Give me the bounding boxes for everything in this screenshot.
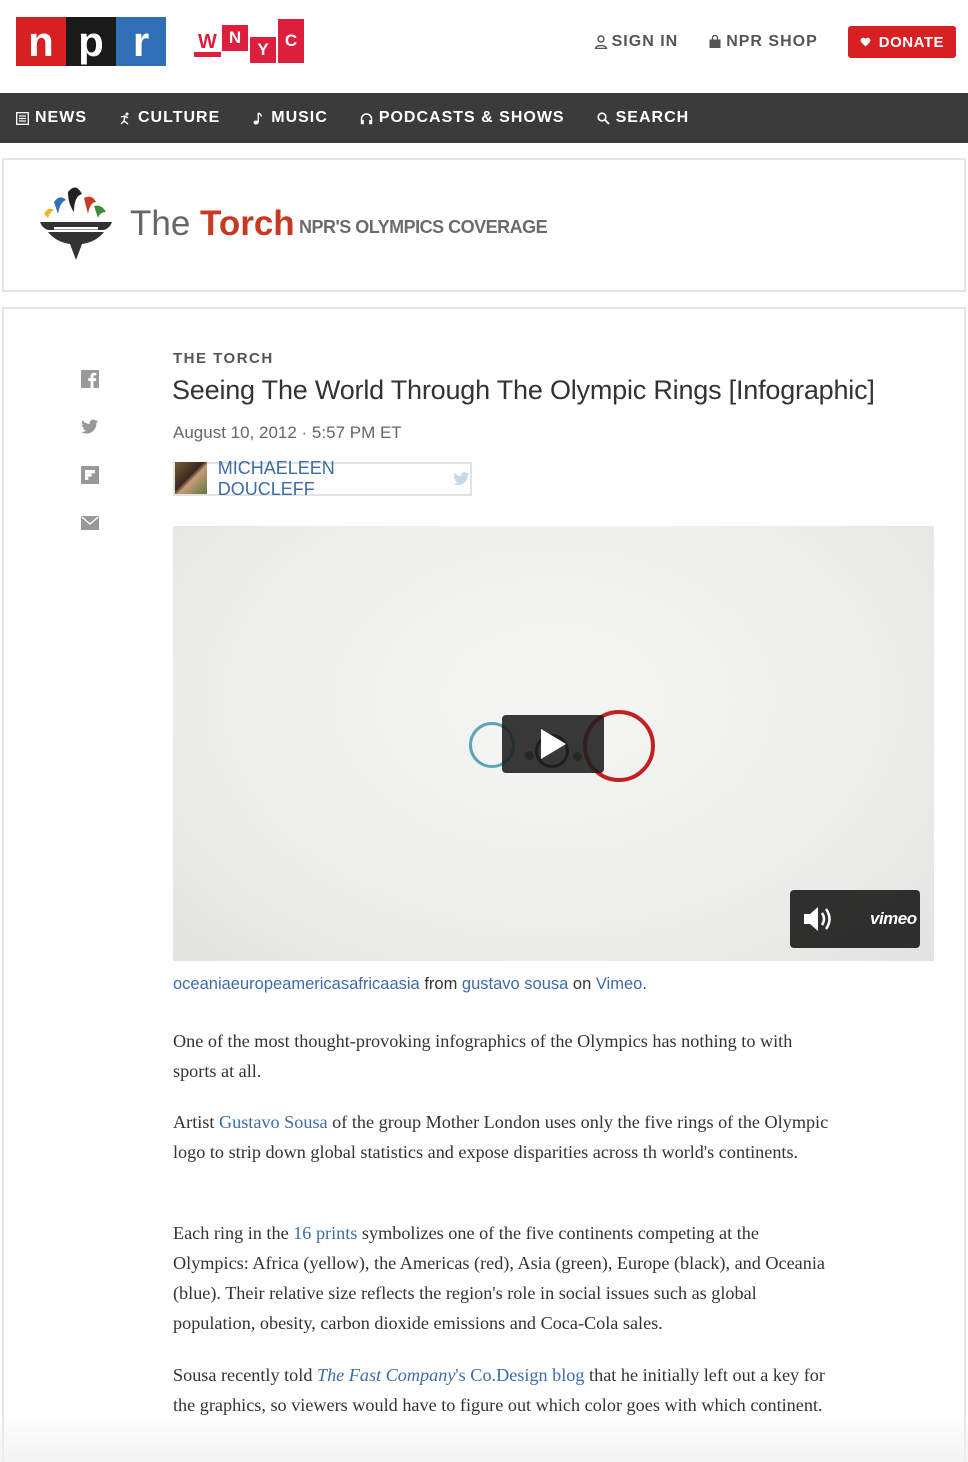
culture-icon (120, 112, 129, 125)
header-utility-links: SIGN IN NPR SHOP DONATE (594, 26, 956, 58)
torch-icon (40, 187, 112, 260)
caption-text: . (642, 975, 647, 993)
torch-title: The Torch (130, 204, 295, 244)
wnyc-logo-n: N (222, 25, 248, 51)
torch-title-prefix: The (130, 204, 191, 243)
wnyc-logo-c: C (278, 19, 304, 63)
vimeo-link[interactable]: Vimeo (596, 975, 642, 993)
email-icon (81, 516, 99, 530)
co-design-blog-link[interactable]: The Fast Company's Co.Design blog (317, 1365, 585, 1385)
nav-culture-label: CULTURE (138, 109, 221, 126)
link-text: 's Co.Design blog (455, 1365, 585, 1385)
byline[interactable]: MICHAELEEN DOUCLEFF (173, 458, 472, 499)
news-icon (16, 111, 29, 125)
nav-music[interactable]: MUSIC (252, 109, 328, 127)
sign-in-link[interactable]: SIGN IN (594, 33, 679, 51)
nav-podcasts-shows-label: PODCASTS & SHOWS (378, 109, 565, 126)
twitter-icon (81, 419, 99, 434)
sign-in-label: SIGN IN (611, 33, 679, 50)
article-paragraph: One of the most thought-provoking infogr… (173, 1031, 793, 1081)
video-control-bar: vimeo (790, 890, 920, 948)
share-rail (80, 369, 100, 561)
article-paragraph: Artist Gustavo Sousa of the group Mother… (173, 1107, 833, 1167)
caption-text: from (419, 975, 462, 993)
article-paragraph: Each ring in the 16 prints symbolizes on… (173, 1218, 833, 1338)
main-nav: NEWS CULTURE MUSIC PODCASTS & SHOWS SEAR… (0, 93, 968, 143)
article-dateline: August 10, 2012 · 5:57 PM ET (173, 423, 402, 442)
flipboard-icon (81, 466, 99, 484)
torch-banner[interactable]: The Torch NPR'S OLYMPICS COVERAGE (2, 158, 966, 292)
video-title-link[interactable]: oceaniaeuropeamericasafricaasia (173, 975, 420, 993)
npr-logo-n: n (16, 17, 66, 66)
publication-name: The Fast Company (316, 1365, 456, 1385)
nav-podcasts-shows[interactable]: PODCASTS & SHOWS (360, 109, 565, 127)
article-slug[interactable]: THE TORCH (173, 350, 274, 367)
caption-text: on (568, 975, 596, 993)
wnyc-logo-y: Y (250, 37, 276, 63)
torch-title-name: Torch (200, 204, 295, 243)
top-header: n p r W N Y C SIGN IN NPR SHOP DONATE (0, 0, 968, 93)
author-avatar (175, 462, 207, 494)
nav-search-label: SEARCH (615, 109, 690, 126)
nav-news-label: NEWS (35, 109, 87, 126)
npr-shop-label: NPR SHOP (726, 33, 818, 50)
npr-logo-r: r (116, 17, 166, 66)
prints-link[interactable]: 16 prints (293, 1223, 357, 1243)
paragraph-text: Sousa recently told (173, 1365, 317, 1385)
volume-icon[interactable] (802, 904, 834, 934)
article-paragraph: Sousa recently told The Fast Company's C… (173, 1360, 833, 1420)
vimeo-logo[interactable]: vimeo (870, 909, 917, 929)
shopping-bag-icon (709, 35, 721, 48)
wnyc-logo-w: W (194, 31, 221, 57)
nav-culture[interactable]: CULTURE (119, 109, 220, 127)
donate-button[interactable]: DONATE (847, 26, 956, 58)
torch-subtitle: NPR'S OLYMPICS COVERAGE (299, 217, 548, 237)
npr-logo[interactable]: n p r (16, 17, 166, 66)
music-icon (253, 111, 263, 124)
author-name: MICHAELEEN DOUCLEFF (217, 458, 335, 499)
twitter-icon[interactable] (453, 472, 470, 486)
share-email[interactable] (80, 513, 100, 533)
headphones-icon (360, 112, 373, 124)
play-button[interactable] (502, 715, 604, 773)
video-author-link[interactable]: gustavo sousa (462, 975, 568, 993)
npr-logo-p: p (66, 17, 116, 66)
play-icon (541, 729, 566, 759)
video-player[interactable]: vimeo (173, 526, 934, 961)
nav-music-label: MUSIC (271, 109, 328, 126)
user-icon (594, 35, 607, 49)
article-headline: Seeing The World Through The Olympic Rin… (172, 375, 875, 405)
nav-search[interactable]: SEARCH (597, 109, 690, 127)
donate-label: DONATE (878, 33, 944, 51)
gustavo-sousa-link[interactable]: Gustavo Sousa (219, 1112, 328, 1132)
paragraph-text: Each ring in the (173, 1223, 294, 1243)
heart-icon (860, 37, 871, 47)
wnyc-logo[interactable]: W N Y C (194, 19, 305, 63)
video-caption: oceaniaeuropeamericasafricaasia from gus… (173, 975, 647, 994)
paragraph-text: Artist (173, 1112, 219, 1132)
nav-news[interactable]: NEWS (16, 109, 87, 127)
share-facebook[interactable] (80, 369, 100, 389)
facebook-icon (81, 370, 99, 388)
share-twitter[interactable] (80, 417, 100, 437)
share-flipboard[interactable] (80, 465, 100, 485)
search-icon (597, 111, 610, 125)
npr-shop-link[interactable]: NPR SHOP (708, 33, 818, 51)
